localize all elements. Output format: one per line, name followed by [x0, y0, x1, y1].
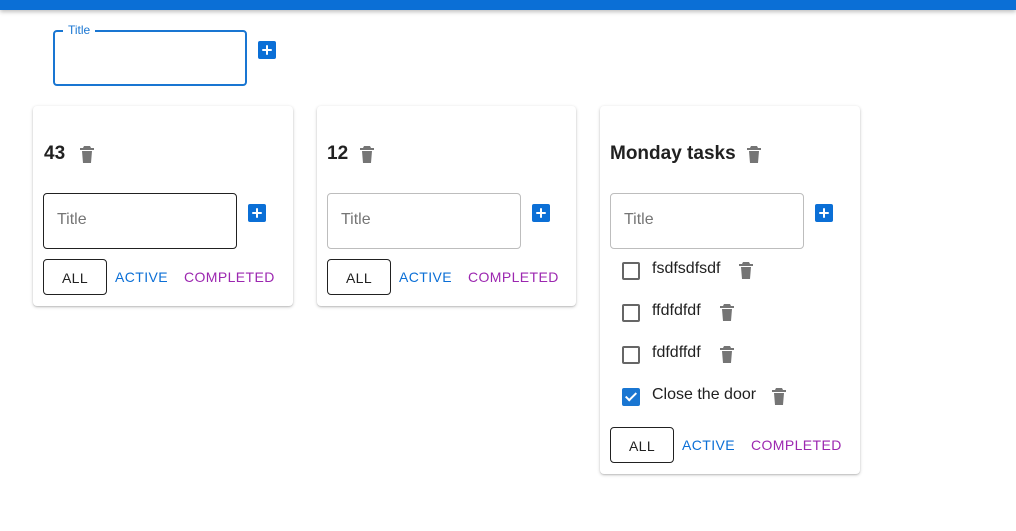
filter-completed-button[interactable]: COMPLETED — [468, 259, 559, 295]
add-task-button[interactable] — [532, 204, 550, 222]
add-task-button[interactable] — [815, 204, 833, 222]
delete-task-trash-icon[interactable] — [739, 261, 753, 279]
filter-all-button[interactable]: ALL — [327, 259, 391, 295]
new-task-input[interactable]: Title — [610, 193, 804, 249]
filter-completed-button[interactable]: COMPLETED — [751, 427, 842, 463]
todolist-title: 43 — [44, 143, 66, 164]
todolist-card: Monday tasks Title fsdfsdfsdf ffdfdfdf f… — [600, 106, 860, 474]
task-checkbox[interactable] — [622, 388, 640, 406]
task-title: ffdfdfdf — [652, 302, 701, 319]
todolist-card: 43 Title ALL ACTIVE COMPLETED — [33, 106, 293, 306]
filter-active-button[interactable]: ACTIVE — [115, 259, 168, 295]
delete-list-trash-icon[interactable] — [747, 145, 761, 163]
new-task-input[interactable]: Title — [43, 193, 237, 249]
filter-active-button[interactable]: ACTIVE — [399, 259, 452, 295]
task-checkbox[interactable] — [622, 262, 640, 280]
filter-all-button[interactable]: ALL — [43, 259, 107, 295]
add-task-button[interactable] — [248, 204, 266, 222]
task-title: fsdfsdfsdf — [652, 260, 721, 277]
new-task-placeholder: Title — [624, 211, 654, 228]
delete-list-trash-icon[interactable] — [360, 145, 374, 163]
app-bar — [0, 0, 1016, 10]
delete-list-trash-icon[interactable] — [80, 145, 94, 163]
new-task-input[interactable]: Title — [327, 193, 521, 249]
filter-completed-button[interactable]: COMPLETED — [184, 259, 275, 295]
task-title: Close the door — [652, 386, 757, 403]
add-list-button[interactable] — [258, 41, 276, 59]
new-task-placeholder: Title — [341, 211, 371, 228]
task-checkbox[interactable] — [622, 346, 640, 364]
todolist-title: 12 — [327, 143, 349, 164]
todolist-card: 12 Title ALL ACTIVE COMPLETED — [317, 106, 576, 306]
delete-task-trash-icon[interactable] — [772, 387, 786, 405]
filter-all-button[interactable]: ALL — [610, 427, 674, 463]
new-list-title-label: Title — [63, 23, 96, 37]
task-title: fdfdffdf — [652, 344, 701, 361]
todolist-title: Monday tasks — [610, 143, 736, 164]
delete-task-trash-icon[interactable] — [720, 345, 734, 363]
new-list-title-input[interactable]: Title — [53, 23, 247, 86]
new-task-placeholder: Title — [57, 211, 87, 228]
filter-active-button[interactable]: ACTIVE — [682, 427, 735, 463]
task-checkbox[interactable] — [622, 304, 640, 322]
delete-task-trash-icon[interactable] — [720, 303, 734, 321]
